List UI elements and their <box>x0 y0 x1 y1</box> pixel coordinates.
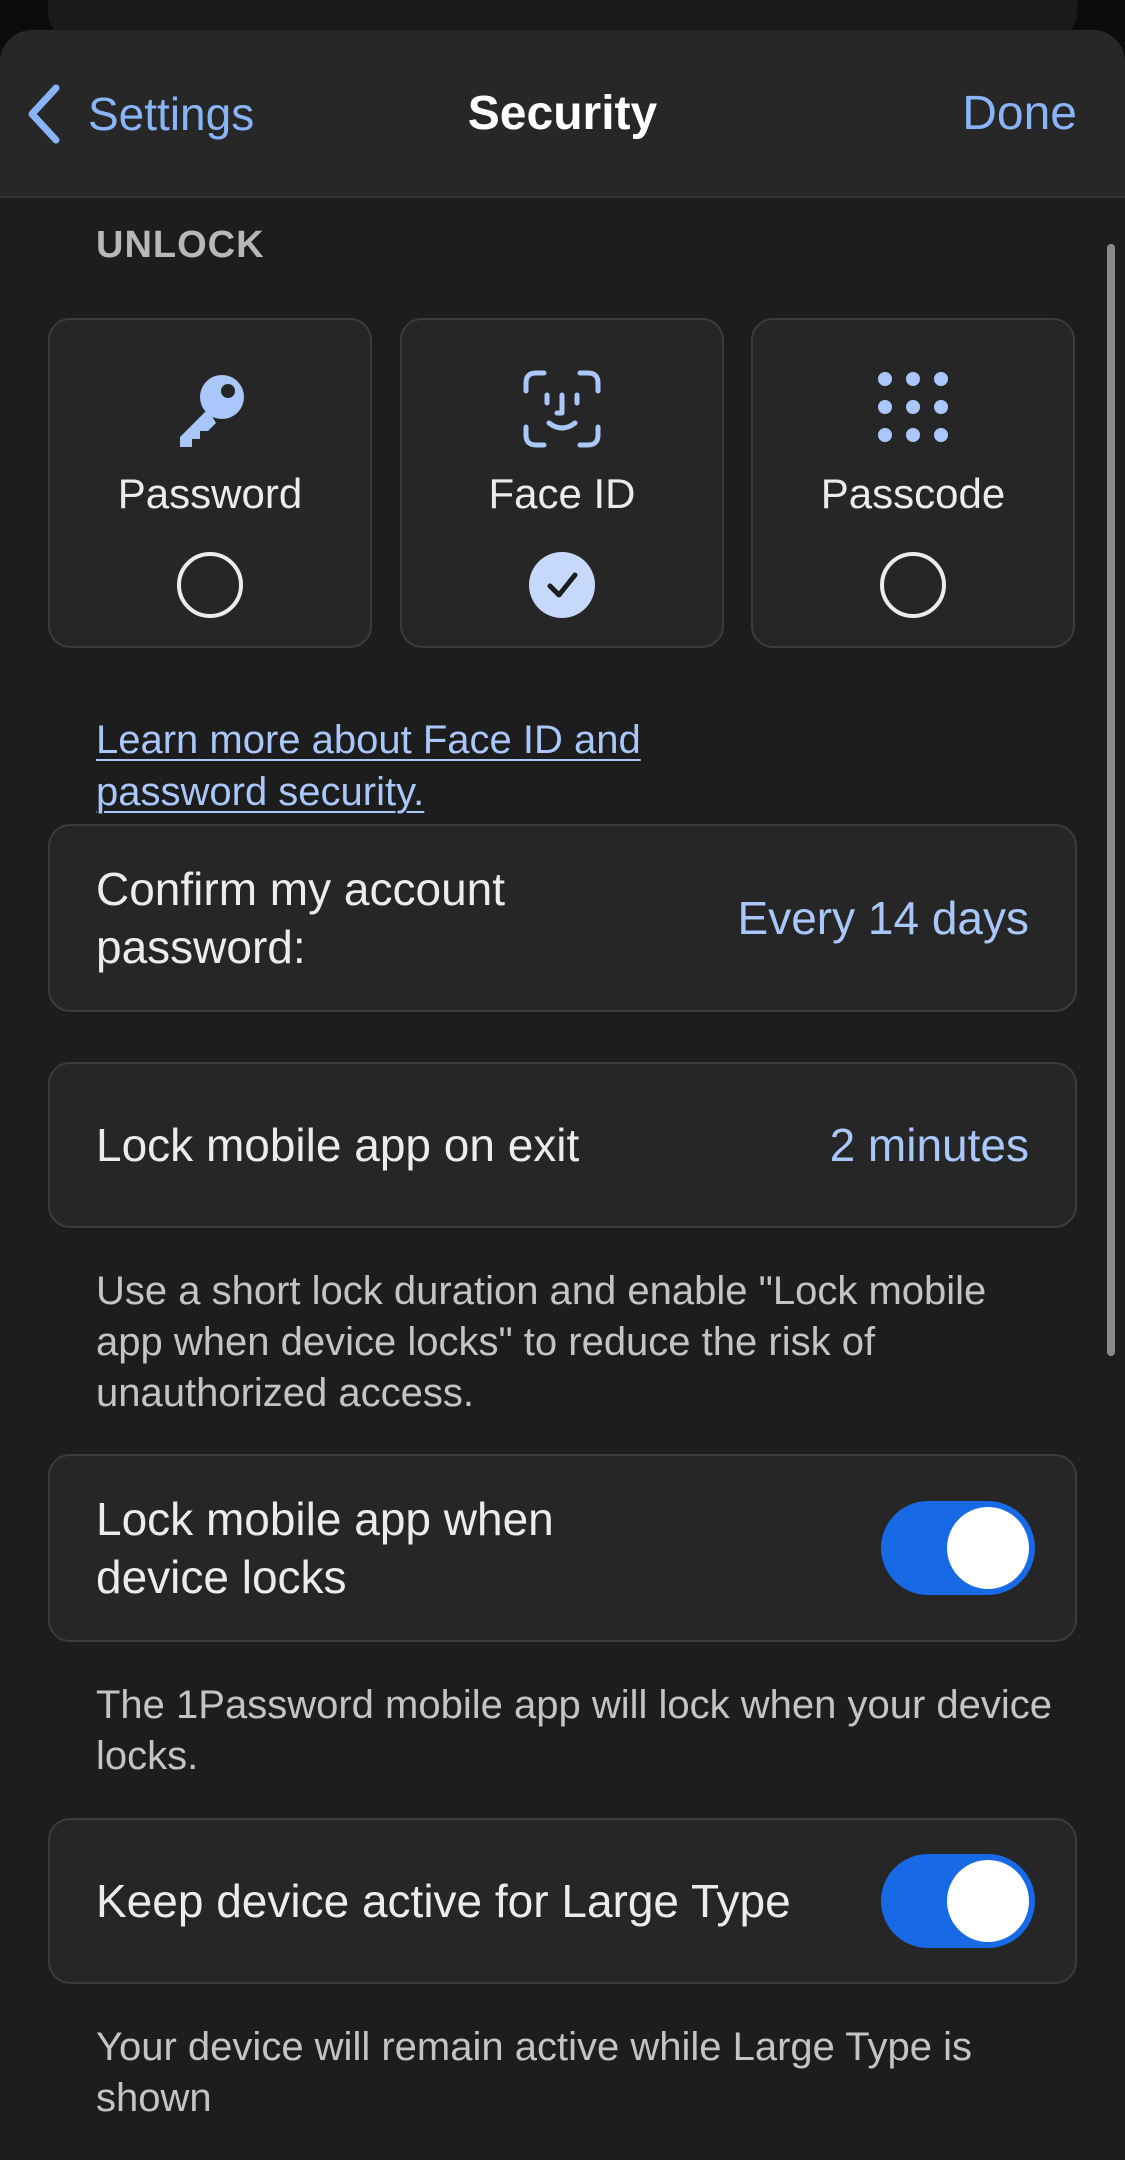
large-type-row: Keep device active for Large Type <box>48 1818 1077 1984</box>
scroll-indicator[interactable] <box>1107 244 1115 1356</box>
radio-unchecked[interactable] <box>177 552 243 618</box>
learn-more-link[interactable]: Learn more about Face ID and password se… <box>96 714 736 818</box>
checkmark-icon <box>547 572 578 598</box>
lock-with-device-toggle[interactable] <box>881 1501 1035 1595</box>
confirm-password-row[interactable]: Confirm my account password: Every 14 da… <box>48 824 1077 1012</box>
lock-with-device-help: The 1Password mobile app will lock when … <box>96 1683 1053 1778</box>
lock-duration-help: Use a short lock duration and enable "Lo… <box>96 1269 987 1415</box>
keypad-icon <box>868 364 958 454</box>
security-sheet: Settings Security Done UNLOCK Password F… <box>0 30 1125 2160</box>
page-title: Security <box>467 87 658 140</box>
unlock-option-password[interactable]: Password <box>48 318 372 648</box>
lock-on-exit-value[interactable]: 2 minutes <box>830 1116 1029 1174</box>
large-type-help: Your device will remain active while Lar… <box>96 2025 972 2120</box>
key-icon <box>165 364 255 454</box>
lock-with-device-label: Lock mobile app when device locks <box>96 1493 554 1603</box>
unlock-option-passcode[interactable]: Passcode <box>751 318 1075 648</box>
radio-checked[interactable] <box>529 552 595 618</box>
unlock-option-label: Password <box>117 470 303 517</box>
confirm-password-value[interactable]: Every 14 days <box>738 889 1029 947</box>
large-type-toggle[interactable] <box>881 1854 1035 1948</box>
face-id-icon <box>517 364 607 454</box>
unlock-option-label: Face ID <box>488 470 636 517</box>
unlock-option-label: Passcode <box>820 470 1006 517</box>
confirm-password-label: Confirm my account password: <box>96 863 506 973</box>
navigation-bar: Settings Security Done <box>0 30 1125 198</box>
lock-on-exit-row[interactable]: Lock mobile app on exit 2 minutes <box>48 1062 1077 1228</box>
toggle-knob <box>947 1507 1029 1589</box>
done-button[interactable]: Done <box>962 82 1077 146</box>
large-type-label: Keep device active for Large Type <box>96 1875 791 1927</box>
lock-with-device-row: Lock mobile app when device locks <box>48 1454 1077 1642</box>
unlock-option-face-id[interactable]: Face ID <box>400 318 724 648</box>
toggle-knob <box>947 1860 1029 1942</box>
radio-unchecked[interactable] <box>880 552 946 618</box>
unlock-section-title: UNLOCK <box>96 224 265 266</box>
lock-on-exit-label: Lock mobile app on exit <box>96 1119 580 1171</box>
